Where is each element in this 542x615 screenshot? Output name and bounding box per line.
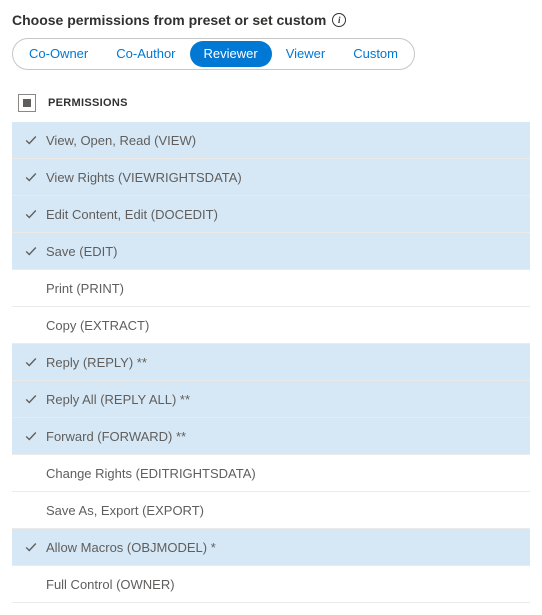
permission-label: View, Open, Read (VIEW) (46, 133, 196, 148)
permission-row[interactable]: Print (PRINT) (12, 270, 530, 307)
select-all-checkbox[interactable] (18, 94, 36, 112)
preset-tab-group: Co-OwnerCo-AuthorReviewerViewerCustom (12, 38, 415, 70)
permission-row[interactable]: View Rights (VIEWRIGHTSDATA) (12, 159, 530, 196)
permission-checkbox[interactable] (16, 133, 46, 147)
permission-label: Change Rights (EDITRIGHTSDATA) (46, 466, 256, 481)
permission-label: Reply All (REPLY ALL) ** (46, 392, 190, 407)
permissions-header-row: PERMISSIONS (12, 88, 530, 122)
check-icon (24, 429, 38, 443)
permission-label: Copy (EXTRACT) (46, 318, 149, 333)
check-icon (24, 244, 38, 258)
permission-row[interactable]: Forward (FORWARD) ** (12, 418, 530, 455)
preset-tab-viewer[interactable]: Viewer (272, 41, 340, 67)
permission-row[interactable]: Change Rights (EDITRIGHTSDATA) (12, 455, 530, 492)
page-title: Choose permissions from preset or set cu… (12, 12, 530, 28)
permission-row[interactable]: Copy (EXTRACT) (12, 307, 530, 344)
heading-text: Choose permissions from preset or set cu… (12, 12, 326, 28)
permission-row[interactable]: Full Control (OWNER) (12, 566, 530, 603)
permission-row[interactable]: Reply (REPLY) ** (12, 344, 530, 381)
permission-row[interactable]: Save (EDIT) (12, 233, 530, 270)
permission-row[interactable]: View, Open, Read (VIEW) (12, 122, 530, 159)
permission-checkbox[interactable] (16, 170, 46, 184)
check-icon (24, 207, 38, 221)
permission-label: Edit Content, Edit (DOCEDIT) (46, 207, 218, 222)
permission-row[interactable]: Edit Content, Edit (DOCEDIT) (12, 196, 530, 233)
permission-label: Print (PRINT) (46, 281, 124, 296)
preset-tab-co-owner[interactable]: Co-Owner (15, 41, 102, 67)
permission-checkbox[interactable] (16, 540, 46, 554)
permissions-column-header: PERMISSIONS (48, 97, 128, 109)
permission-checkbox[interactable] (16, 392, 46, 406)
preset-tab-custom[interactable]: Custom (339, 41, 412, 67)
permission-checkbox[interactable] (16, 355, 46, 369)
permission-row[interactable]: Allow Macros (OBJMODEL) * (12, 529, 530, 566)
check-icon (24, 170, 38, 184)
info-icon[interactable]: i (332, 13, 346, 27)
permission-checkbox[interactable] (16, 207, 46, 221)
preset-tab-reviewer[interactable]: Reviewer (190, 41, 272, 67)
check-icon (24, 540, 38, 554)
check-icon (24, 392, 38, 406)
permission-row[interactable]: Reply All (REPLY ALL) ** (12, 381, 530, 418)
permission-label: Save As, Export (EXPORT) (46, 503, 204, 518)
indeterminate-mark (23, 99, 31, 107)
permissions-list: View, Open, Read (VIEW) View Rights (VIEW… (12, 122, 530, 603)
permission-row[interactable]: Save As, Export (EXPORT) (12, 492, 530, 529)
permission-label: Save (EDIT) (46, 244, 118, 259)
permission-label: Forward (FORWARD) ** (46, 429, 186, 444)
permission-label: Allow Macros (OBJMODEL) * (46, 540, 216, 555)
check-icon (24, 133, 38, 147)
permission-label: Reply (REPLY) ** (46, 355, 147, 370)
permission-checkbox[interactable] (16, 244, 46, 258)
permission-label: Full Control (OWNER) (46, 577, 175, 592)
permission-checkbox[interactable] (16, 429, 46, 443)
permission-label: View Rights (VIEWRIGHTSDATA) (46, 170, 242, 185)
preset-tab-co-author[interactable]: Co-Author (102, 41, 189, 67)
check-icon (24, 355, 38, 369)
